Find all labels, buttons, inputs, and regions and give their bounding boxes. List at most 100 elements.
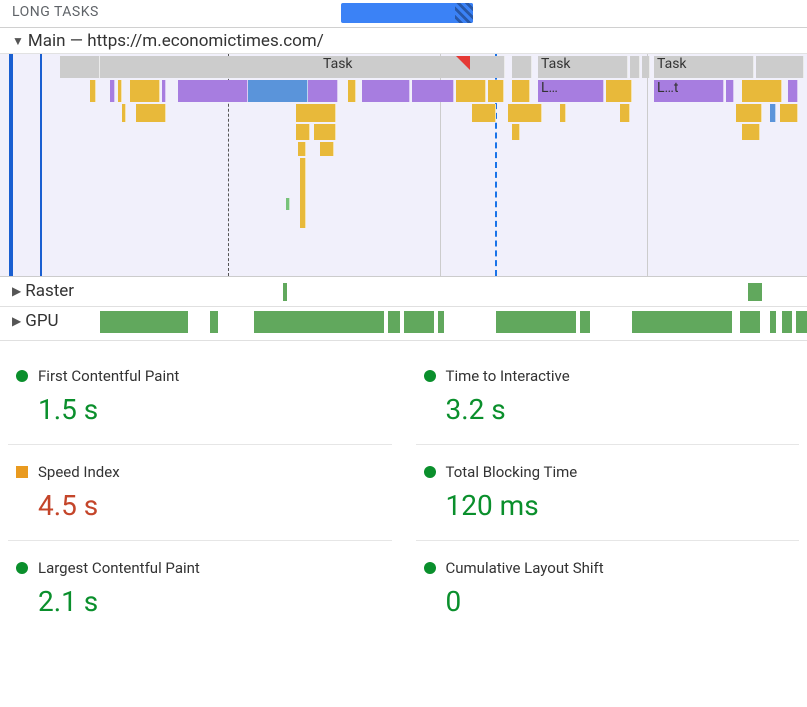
flame-bar[interactable] (296, 104, 336, 122)
gpu-bar[interactable] (740, 311, 760, 333)
metric-value: 120 ms (424, 489, 796, 522)
script-bar[interactable] (512, 80, 530, 102)
layout-bar[interactable] (162, 80, 166, 102)
script-bar[interactable] (248, 80, 308, 102)
script-bar[interactable] (118, 80, 122, 102)
raster-header[interactable]: ▶ Raster (12, 281, 78, 301)
flame-bar[interactable] (508, 104, 542, 122)
main-thread-section: ▼ Main — https://m.economictimes.com/ Ta… (0, 28, 807, 277)
raster-label: Raster (25, 281, 74, 301)
flame-bar[interactable] (314, 124, 336, 140)
flame-bar[interactable] (742, 124, 760, 140)
flame-bar[interactable] (780, 104, 798, 122)
status-good-icon (424, 466, 436, 478)
flame-bar[interactable] (560, 104, 566, 122)
metric-label: First Contentful Paint (38, 367, 179, 385)
gpu-bar[interactable] (782, 311, 792, 333)
layout-bar[interactable] (788, 80, 798, 102)
gpu-bar[interactable] (496, 311, 576, 333)
layout-bar[interactable] (412, 80, 454, 102)
task-bar[interactable] (756, 56, 804, 78)
flame-bar[interactable] (512, 124, 520, 140)
script-bar[interactable] (488, 80, 504, 102)
status-good-icon (16, 370, 28, 382)
script-bar[interactable] (90, 80, 96, 102)
chevron-right-icon[interactable]: ▶ (12, 314, 21, 328)
metric-label: Total Blocking Time (446, 463, 578, 481)
metric-value: 3.2 s (424, 393, 796, 426)
metric-label: Largest Contentful Paint (38, 559, 200, 577)
gpu-bar[interactable] (770, 311, 776, 333)
gpu-bar[interactable] (580, 311, 590, 333)
gpu-header[interactable]: ▶ GPU (12, 311, 63, 331)
gpu-bar[interactable] (388, 311, 400, 333)
layout-bar[interactable] (308, 80, 338, 102)
layout-bar[interactable]: L… (538, 80, 604, 102)
layout-bar[interactable] (110, 80, 115, 102)
lighthouse-metrics: First Contentful Paint 1.5 s Time to Int… (0, 341, 807, 636)
gpu-bar[interactable] (404, 311, 434, 333)
flame-bar[interactable] (620, 104, 630, 122)
metric-label: Cumulative Layout Shift (446, 559, 604, 577)
layout-bar[interactable] (178, 80, 248, 102)
flame-bar[interactable] (320, 142, 334, 156)
metric-label: Time to Interactive (446, 367, 570, 385)
gpu-label: GPU (25, 311, 58, 331)
gpu-bar[interactable] (438, 311, 444, 333)
flame-bar[interactable] (286, 198, 290, 210)
flame-bar[interactable] (472, 104, 496, 122)
flame-bar[interactable] (298, 142, 306, 156)
raster-bar[interactable] (283, 283, 287, 301)
metric-value: 0 (424, 585, 796, 618)
flame-bar[interactable] (122, 104, 126, 122)
gpu-bar[interactable] (796, 311, 807, 333)
status-average-icon (16, 466, 28, 478)
long-tasks-label: LONG TASKS (12, 4, 99, 20)
metric-tti[interactable]: Time to Interactive 3.2 s (416, 349, 800, 445)
gpu-bar[interactable] (632, 311, 732, 333)
chevron-right-icon[interactable]: ▶ (12, 284, 21, 298)
metric-cls[interactable]: Cumulative Layout Shift 0 (416, 541, 800, 636)
flame-bar[interactable] (300, 158, 306, 228)
flame-bar[interactable] (296, 124, 310, 140)
script-bar[interactable] (456, 80, 486, 102)
layout-bar[interactable] (362, 80, 410, 102)
flame-bar[interactable] (136, 104, 166, 122)
raster-track[interactable]: ▶ Raster (0, 277, 807, 307)
long-task-flag-icon (456, 56, 470, 70)
metric-fcp[interactable]: First Contentful Paint 1.5 s (8, 349, 392, 445)
layout-bar[interactable]: L…t (654, 80, 724, 102)
long-tasks-track[interactable]: LONG TASKS (0, 0, 807, 28)
script-bar[interactable] (130, 80, 160, 102)
status-good-icon (424, 562, 436, 574)
status-good-icon (16, 562, 28, 574)
metric-lcp[interactable]: Largest Contentful Paint 2.1 s (8, 541, 392, 636)
task-bar[interactable] (630, 56, 640, 78)
task-bar[interactable]: Task (320, 56, 505, 78)
flame-bar[interactable] (770, 104, 776, 122)
gpu-bar[interactable] (254, 311, 384, 333)
metric-value: 2.1 s (16, 585, 388, 618)
long-task-bar[interactable] (341, 3, 473, 23)
main-thread-flamechart[interactable]: Task Task Task (0, 54, 807, 276)
task-bar[interactable]: Task (654, 56, 754, 78)
gpu-bar[interactable] (210, 311, 218, 333)
gpu-bar[interactable] (88, 311, 188, 333)
task-bar[interactable] (642, 56, 650, 78)
task-bar[interactable] (512, 56, 532, 78)
script-bar[interactable] (606, 80, 632, 102)
chevron-down-icon[interactable]: ▼ (12, 34, 24, 48)
main-thread-header[interactable]: ▼ Main — https://m.economictimes.com/ (0, 28, 807, 54)
performance-panel: LONG TASKS ▼ Main — https://m.economicti… (0, 0, 807, 636)
script-bar[interactable] (348, 80, 356, 102)
task-bar[interactable] (60, 56, 100, 78)
raster-bar[interactable] (748, 283, 762, 301)
gpu-track[interactable]: ▶ GPU (0, 307, 807, 341)
layout-bar[interactable] (726, 80, 734, 102)
metric-tbt[interactable]: Total Blocking Time 120 ms (416, 445, 800, 541)
script-bar[interactable] (742, 80, 782, 102)
task-bar[interactable] (100, 56, 340, 78)
metric-si[interactable]: Speed Index 4.5 s (8, 445, 392, 541)
task-bar[interactable]: Task (538, 56, 628, 78)
flame-bar[interactable] (736, 104, 762, 122)
